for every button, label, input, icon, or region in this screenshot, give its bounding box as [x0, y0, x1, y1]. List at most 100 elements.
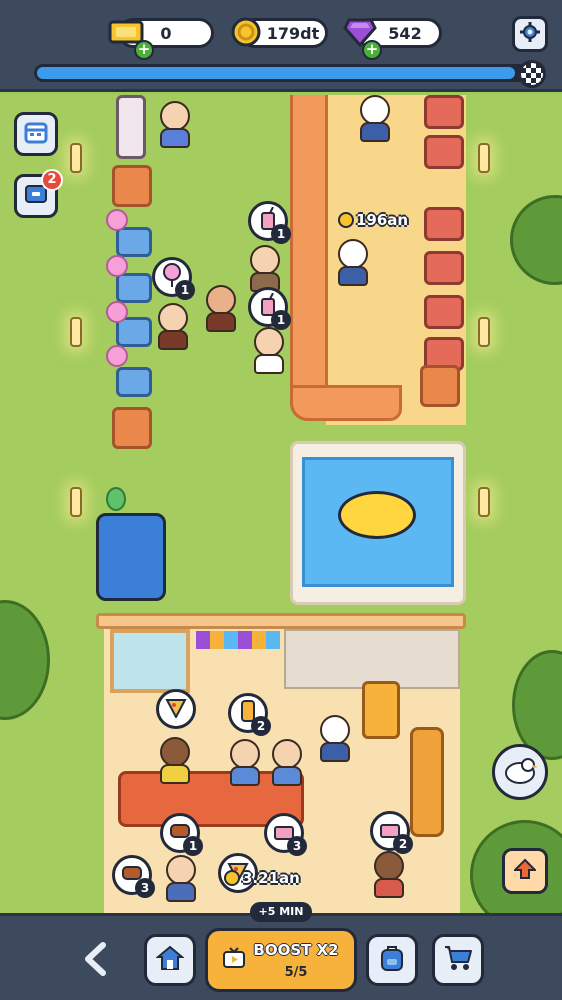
- order-bubble[interactable]: 1: [152, 257, 195, 300]
- cotton-candy: [106, 301, 128, 323]
- backpack-icon: [379, 944, 405, 976]
- customer[interactable]: [158, 737, 192, 784]
- backpack-button[interactable]: [366, 934, 418, 986]
- calendar-icon: [24, 120, 48, 148]
- grill-station[interactable]: [424, 95, 464, 129]
- candy-machine[interactable]: [116, 273, 152, 303]
- back-button[interactable]: [80, 942, 110, 980]
- lamp-post: [70, 487, 82, 517]
- earnings-popup: 196an: [338, 211, 408, 229]
- conveyor-rail: [116, 95, 146, 159]
- grill-station[interactable]: [424, 295, 464, 329]
- bunting: [196, 631, 280, 649]
- customer[interactable]: [228, 739, 262, 786]
- notice-board: [284, 629, 460, 689]
- grill-station[interactable]: [424, 135, 464, 169]
- stall-counter: [290, 95, 328, 421]
- boost-duration-tag: +5 MIN: [250, 902, 312, 922]
- order-qty: 1: [183, 836, 203, 856]
- customer[interactable]: [372, 851, 406, 898]
- settings-button[interactable]: [512, 16, 548, 52]
- coin-value: 179dt: [266, 23, 320, 43]
- ice-cream-station[interactable]: [112, 165, 152, 207]
- boost-button[interactable]: BOOST X2 5/5: [205, 928, 357, 992]
- duck-float[interactable]: [338, 491, 416, 539]
- customer[interactable]: [252, 327, 286, 374]
- stall-counter-bottom: [290, 385, 402, 421]
- candy-machine[interactable]: [116, 367, 152, 397]
- tv-icon: [222, 947, 246, 973]
- tractor[interactable]: [96, 513, 166, 601]
- chef-goose[interactable]: [318, 715, 352, 762]
- cart-icon: [443, 944, 473, 976]
- bird-icon: [502, 755, 538, 789]
- house-icon: [155, 945, 185, 975]
- home-button[interactable]: [144, 934, 196, 986]
- top-hud: 0 + 179dt 542 +: [0, 0, 562, 92]
- order-bubble[interactable]: [156, 689, 196, 729]
- add-tickets-button[interactable]: +: [134, 40, 154, 60]
- corn-station[interactable]: [420, 365, 460, 407]
- earnings-value: 196an: [356, 211, 409, 229]
- lamp-post: [478, 317, 490, 347]
- level-progress-fill: [37, 67, 516, 79]
- chef-goose[interactable]: [358, 95, 392, 142]
- shop-button[interactable]: [432, 934, 484, 986]
- inbox-badge: 2: [41, 169, 63, 191]
- lamp-post: [478, 143, 490, 173]
- order-bubble[interactable]: 2: [228, 693, 271, 736]
- grill-station[interactable]: [424, 251, 464, 285]
- add-gems-button[interactable]: +: [362, 40, 382, 60]
- cotton-candy: [106, 255, 128, 277]
- lamp-post: [478, 487, 490, 517]
- customer[interactable]: [270, 739, 304, 786]
- boost-count: 5/5: [284, 964, 308, 980]
- order-qty: 1: [271, 224, 291, 244]
- inbox-button[interactable]: 2: [14, 169, 63, 218]
- upgrade-button[interactable]: [502, 848, 548, 894]
- customer[interactable]: [248, 245, 282, 292]
- order-bubble[interactable]: 3: [264, 813, 307, 856]
- balloon: [106, 487, 126, 511]
- chef-goose[interactable]: [336, 239, 370, 286]
- bottom-bar: BOOST X2 5/5: [0, 913, 562, 1000]
- order-bubble[interactable]: 1: [248, 287, 291, 330]
- candy-machine[interactable]: [116, 227, 152, 257]
- order-bubble[interactable]: 2: [370, 811, 413, 854]
- finish-flag-icon: [518, 60, 546, 88]
- lamp-post: [70, 143, 82, 173]
- order-qty: 2: [393, 834, 413, 854]
- order-bubble[interactable]: 1: [160, 813, 203, 856]
- earnings-popup: 3.21an: [224, 869, 300, 887]
- park-world[interactable]: 1 1 1 2 1 3 2 3 196an 3.21an: [0, 95, 562, 913]
- tree-left-middle: [0, 600, 50, 720]
- arrow-up-icon: [512, 858, 538, 884]
- order-qty: 3: [287, 836, 307, 856]
- order-qty: 3: [135, 878, 155, 898]
- order-qty: 2: [251, 716, 271, 736]
- boost-label: BOOST X2: [253, 940, 339, 959]
- cotton-candy: [106, 209, 128, 231]
- sofa[interactable]: [410, 727, 444, 837]
- chevron-left-icon: [83, 942, 107, 980]
- customer[interactable]: [164, 855, 198, 902]
- cotton-candy: [106, 345, 128, 367]
- customer[interactable]: [204, 285, 238, 332]
- vending-machine[interactable]: [362, 681, 400, 739]
- bird-helper-button[interactable]: [492, 744, 548, 800]
- customer[interactable]: [158, 101, 192, 148]
- gem-value: 542: [388, 23, 422, 43]
- grill-station[interactable]: [424, 207, 464, 241]
- coin-icon: [224, 870, 240, 886]
- cotton-candy-station[interactable]: [112, 407, 152, 449]
- coin-icon: [226, 12, 266, 52]
- earnings-value: 3.21an: [242, 869, 300, 887]
- order-bubble[interactable]: 3: [112, 855, 155, 898]
- order-bubble[interactable]: 1: [248, 201, 291, 244]
- order-qty: 1: [175, 280, 195, 300]
- customer[interactable]: [156, 303, 190, 350]
- coin-icon: [338, 212, 354, 228]
- gear-icon: [520, 22, 540, 46]
- calendar-button[interactable]: [14, 112, 58, 156]
- tree-right-top: [510, 195, 562, 285]
